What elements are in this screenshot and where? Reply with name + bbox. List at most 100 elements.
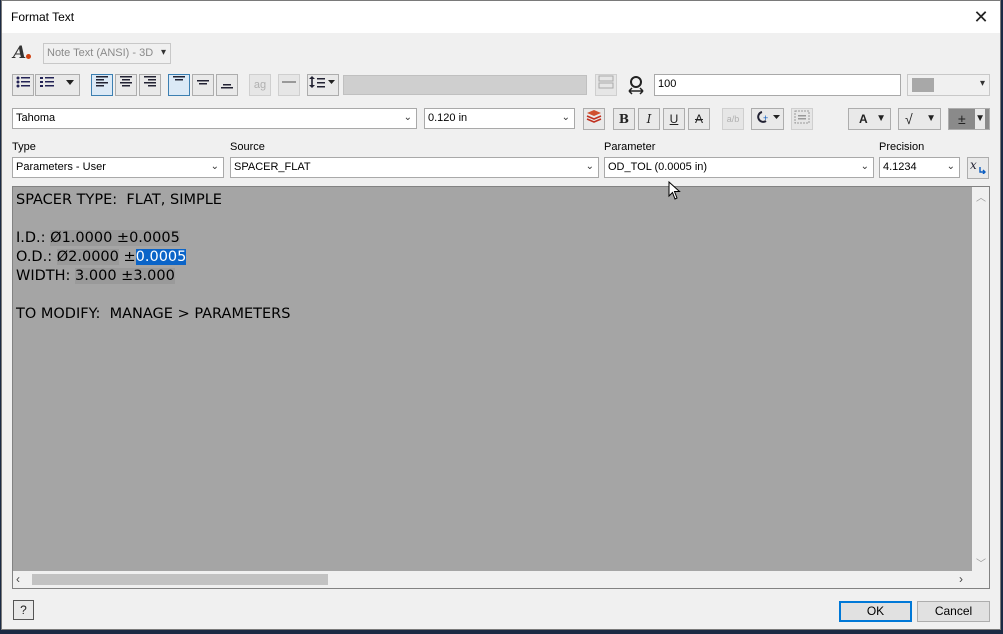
text-style-icon: A xyxy=(13,43,27,63)
strikethrough-button[interactable]: A xyxy=(688,108,710,130)
chevron-down-icon: ⌄ xyxy=(210,161,219,172)
font-select[interactable]: Tahoma ⌄ xyxy=(12,108,417,129)
parameter-label: Parameter xyxy=(604,141,656,153)
width-factor-icon xyxy=(627,75,645,98)
stack-text-icon: ag xyxy=(253,79,267,91)
precision-select[interactable]: 4.1234 ⌄ xyxy=(879,157,960,178)
color-select[interactable]: ▾ xyxy=(907,74,990,96)
align-top-button[interactable] xyxy=(168,74,190,96)
numbered-list-icon xyxy=(39,77,74,87)
chevron-down-icon: ⌄ xyxy=(860,161,869,172)
chevron-down-icon: ⌄ xyxy=(585,161,594,172)
editor-line-5: TO MODIFY: MANAGE > PARAMETERS xyxy=(16,306,291,322)
id-prefix: I.D.: xyxy=(16,230,51,246)
editor-line-1: SPACER TYPE: FLAT, SIMPLE xyxy=(16,192,222,208)
color-swatch-icon xyxy=(912,78,934,92)
italic-button[interactable]: I xyxy=(638,108,660,130)
font-size-select[interactable]: 0.120 in ⌄ xyxy=(424,108,575,129)
chevron-down-icon: ▼ xyxy=(975,109,985,129)
align-bottom-icon xyxy=(221,84,233,89)
chevron-down-icon: ⌄ xyxy=(561,112,570,123)
scrollbar-corner xyxy=(972,571,989,588)
chevron-down-icon: ⌄ xyxy=(946,161,955,172)
svg-text:x: x xyxy=(970,158,977,172)
source-select[interactable]: SPACER_FLAT ⌄ xyxy=(230,157,599,178)
symbol-icon: + xyxy=(756,111,780,123)
fraction-button[interactable]: a/b xyxy=(722,108,744,130)
title-bar: Format Text ✕ xyxy=(2,1,1000,33)
chevron-down-icon: ▼ xyxy=(926,113,936,124)
fraction-icon: a/b xyxy=(726,114,740,124)
chevron-down-icon: ▼ xyxy=(876,113,886,124)
scroll-down-icon[interactable]: ﹀ xyxy=(976,555,986,570)
bold-button[interactable]: B xyxy=(613,108,635,130)
type-label: Type xyxy=(12,141,36,153)
horizontal-scrollbar[interactable]: ‹ › xyxy=(13,571,973,588)
type-select[interactable]: Parameters - User ⌄ xyxy=(12,157,224,178)
line-button[interactable] xyxy=(278,74,300,96)
align-center-button[interactable] xyxy=(115,74,137,96)
align-left-button[interactable] xyxy=(91,74,113,96)
id-value: Ø1.0000 xyxy=(50,230,113,246)
id-tolerance: ±0.0005 xyxy=(112,230,180,246)
underline-button[interactable]: U xyxy=(663,108,685,130)
vertical-scrollbar[interactable]: ︿ ﹀ xyxy=(972,187,989,571)
width-tolerance: ±3.000 xyxy=(116,268,175,284)
scroll-right-icon[interactable]: › xyxy=(959,572,963,586)
window-title: Format Text xyxy=(11,10,75,24)
text-style-select[interactable]: Note Text (ANSI) - 3D ▾ xyxy=(43,43,171,64)
bullet-list-button[interactable] xyxy=(12,74,34,96)
stack-text-button[interactable]: ag xyxy=(249,74,271,96)
precision-label: Precision xyxy=(879,141,925,153)
insert-field-button[interactable] xyxy=(791,108,813,130)
stack-icon xyxy=(598,75,614,89)
width-factor-input[interactable]: 100 xyxy=(654,74,901,96)
scroll-up-icon[interactable]: ︿ xyxy=(976,189,986,204)
align-middle-button[interactable] xyxy=(192,74,214,96)
od-value: Ø2.0000 xyxy=(56,249,119,265)
od-prefix: O.D.: xyxy=(16,249,57,265)
ok-button[interactable]: OK xyxy=(839,601,912,622)
close-icon[interactable]: ✕ xyxy=(970,6,992,28)
line-spacing-button[interactable] xyxy=(307,74,339,96)
align-bottom-button[interactable] xyxy=(216,74,238,96)
insert-parameter-icon: x xyxy=(970,158,986,175)
svg-text:+: + xyxy=(763,113,768,123)
width-value: 3.000 xyxy=(75,268,117,284)
align-right-icon xyxy=(144,76,156,87)
scroll-left-icon[interactable]: ‹ xyxy=(16,572,20,586)
chevron-down-icon: ▾ xyxy=(160,47,166,58)
scroll-thumb[interactable] xyxy=(32,574,328,585)
cancel-button[interactable]: Cancel xyxy=(917,601,990,622)
insert-field-icon xyxy=(794,110,810,124)
insert-parameter-button[interactable]: x xyxy=(967,157,989,179)
align-center-icon xyxy=(120,76,132,87)
od-tolerance-selected: 0.0005 xyxy=(135,249,187,265)
line-icon xyxy=(282,81,296,83)
layers-button[interactable] xyxy=(583,108,605,130)
tolerance-button[interactable]: ± ▼ xyxy=(948,108,990,130)
chevron-down-icon: ⌄ xyxy=(403,112,412,123)
symbol-button[interactable]: + xyxy=(751,108,784,130)
source-label: Source xyxy=(230,141,265,153)
width-prefix: WIDTH: xyxy=(16,268,76,284)
text-editor[interactable]: SPACER TYPE: FLAT, SIMPLE I.D.: Ø1.0000 … xyxy=(12,186,990,589)
bullet-list-icon xyxy=(16,76,30,88)
align-left-icon xyxy=(96,76,108,87)
parameter-select[interactable]: OD_TOL (0.0005 in) ⌄ xyxy=(604,157,874,178)
help-button[interactable]: ? xyxy=(13,600,34,620)
chevron-down-icon: ▾ xyxy=(979,78,985,89)
od-plusminus: ± xyxy=(118,249,136,265)
numbered-list-button[interactable] xyxy=(35,74,80,96)
layers-icon xyxy=(586,110,602,123)
line-spacing-icon xyxy=(309,76,335,88)
format-text-dialog: Format Text ✕ A Note Text (ANSI) - 3D ▾ … xyxy=(1,0,1001,630)
spacing-bar xyxy=(343,75,587,95)
stack-button[interactable] xyxy=(595,74,617,96)
text-color-button[interactable]: A ▼ xyxy=(848,108,891,130)
align-right-button[interactable] xyxy=(139,74,161,96)
surface-texture-button[interactable]: √ ▼ xyxy=(898,108,941,130)
text-style-dot-icon xyxy=(26,54,31,59)
editor-content[interactable]: SPACER TYPE: FLAT, SIMPLE I.D.: Ø1.0000 … xyxy=(16,191,290,324)
align-top-icon xyxy=(173,76,185,81)
